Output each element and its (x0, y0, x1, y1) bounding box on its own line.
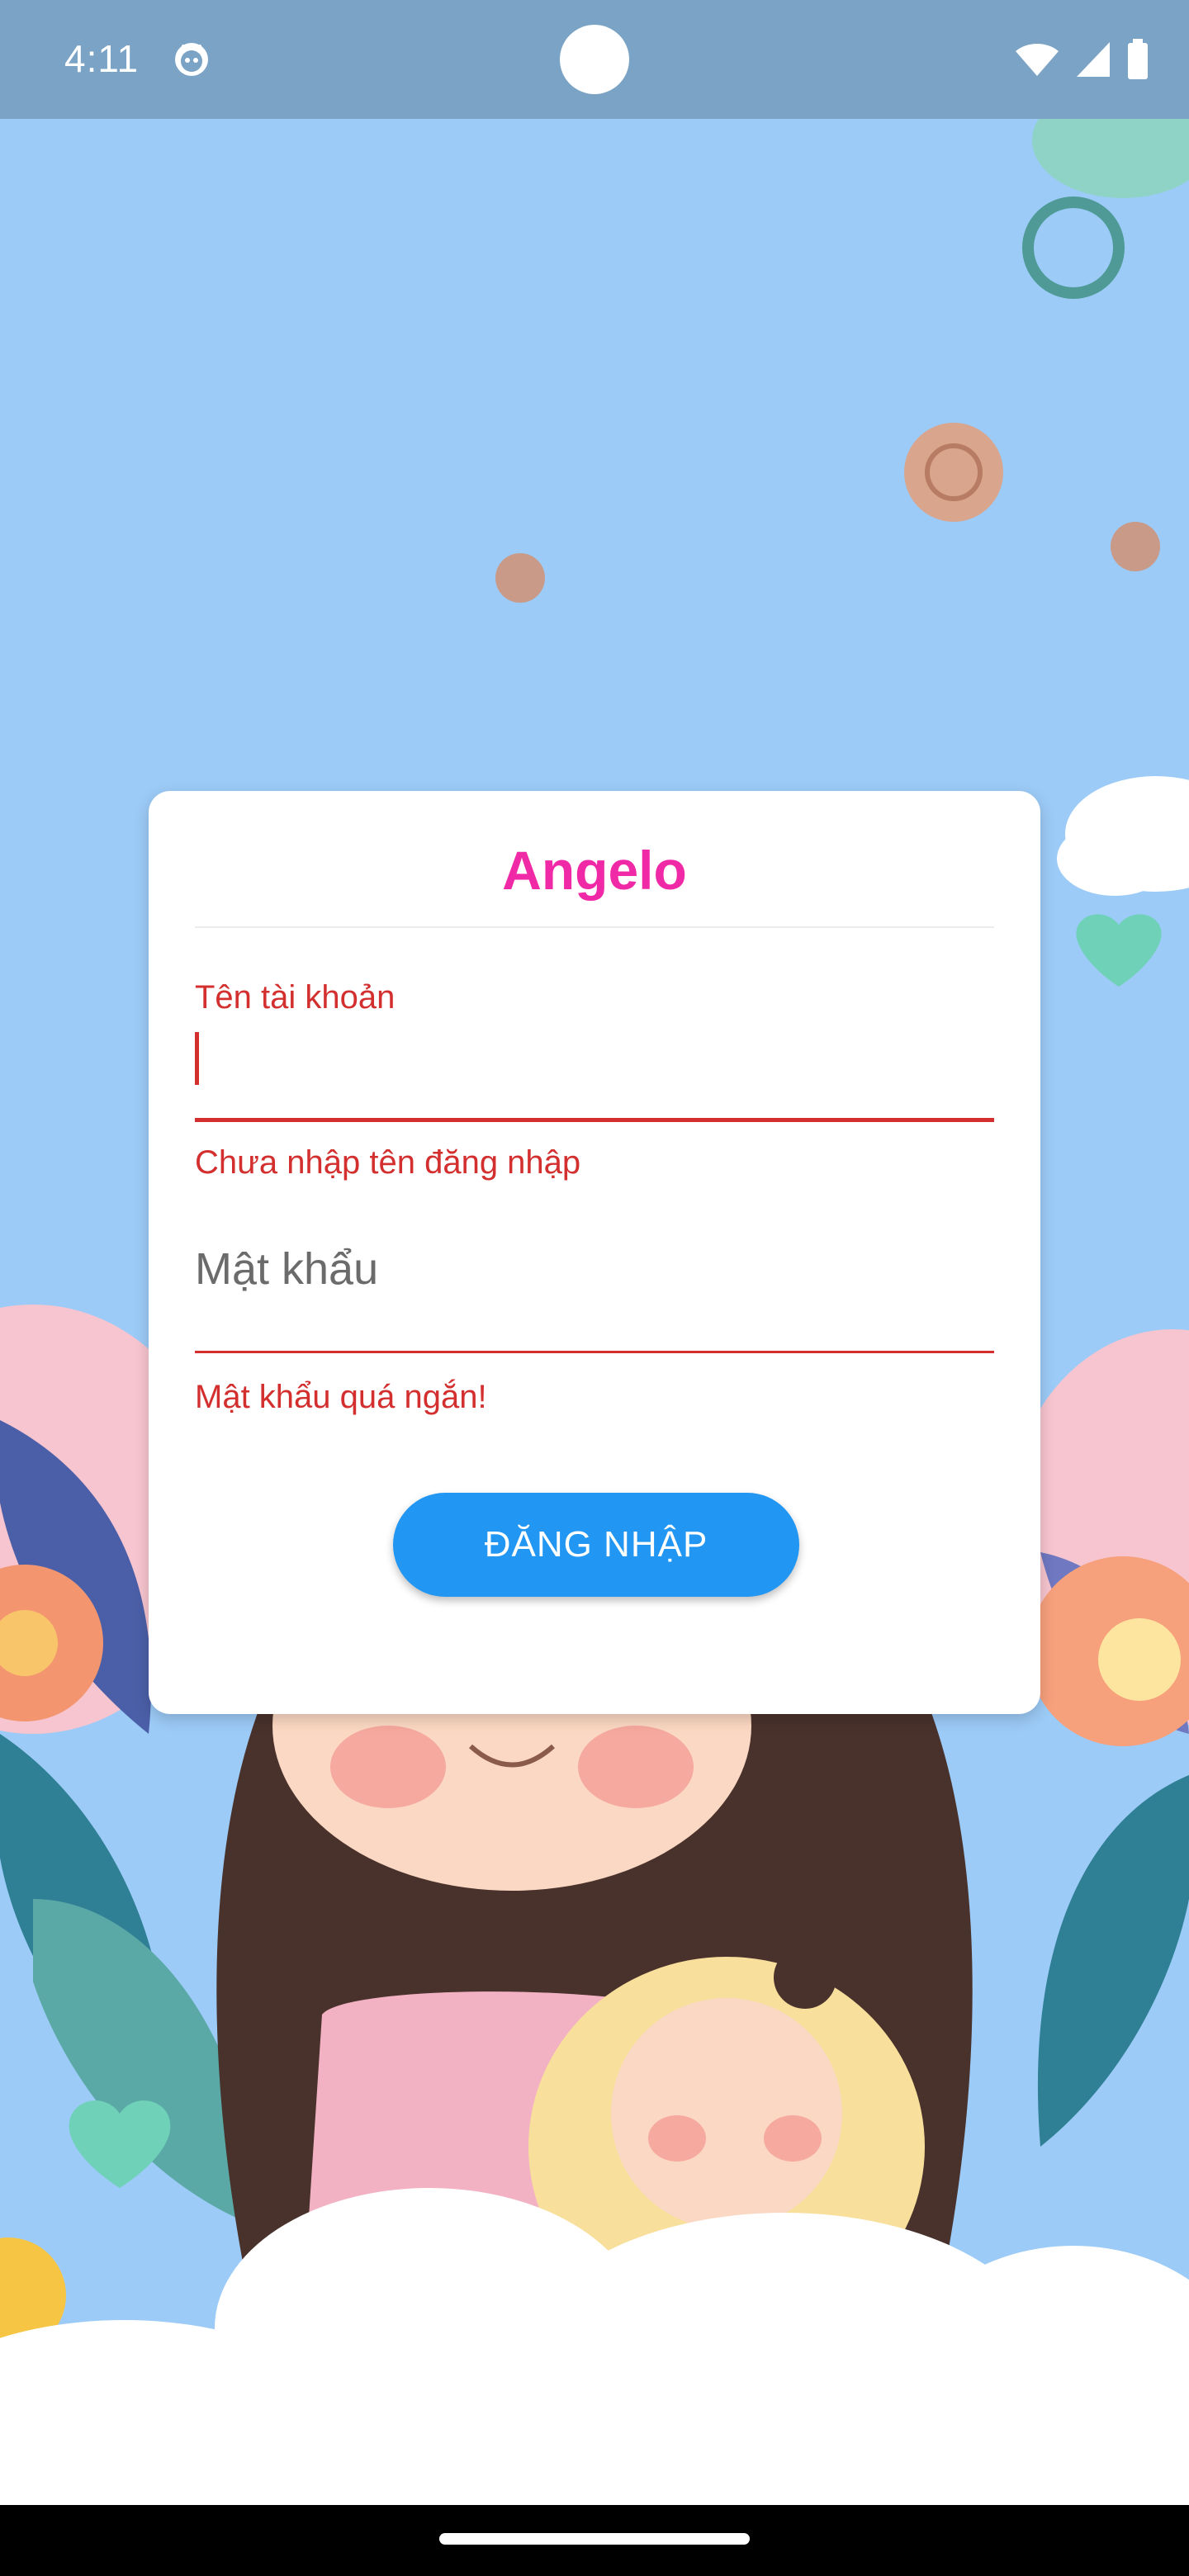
android-face-icon (175, 43, 208, 76)
text-cursor (195, 1032, 199, 1085)
cellular-signal-icon (1077, 42, 1110, 77)
app-title: Angelo (502, 840, 687, 901)
battery-icon (1128, 39, 1148, 79)
password-input[interactable]: Mật khẩu (195, 1243, 378, 1295)
camera-cutout (560, 25, 629, 94)
password-underline (195, 1351, 994, 1353)
login-button[interactable]: ĐĂNG NHẬP (393, 1493, 799, 1597)
username-underline (195, 1118, 994, 1122)
title-divider (195, 926, 994, 928)
status-icons (1014, 38, 1149, 81)
wifi-icon (1016, 44, 1059, 76)
login-screen: 4:11 Angelo Tên tài khoản Chưa nhập tên … (0, 0, 1189, 2576)
password-error: Mật khẩu quá ngắn! (195, 1379, 487, 1415)
status-bar: 4:11 (0, 0, 1189, 119)
username-error: Chưa nhập tên đăng nhập (195, 1144, 581, 1181)
username-input[interactable] (195, 1022, 994, 1090)
home-indicator[interactable] (439, 2533, 750, 2545)
login-card: Angelo Tên tài khoản Chưa nhập tên đăng … (149, 791, 1040, 1714)
username-label: Tên tài khoản (195, 979, 396, 1016)
navigation-bar (0, 2505, 1189, 2576)
status-time: 4:11 (64, 37, 140, 80)
